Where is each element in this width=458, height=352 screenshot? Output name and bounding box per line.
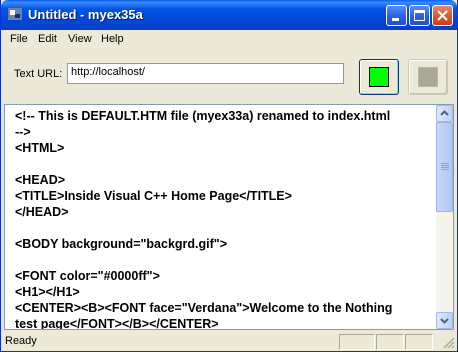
vertical-scrollbar[interactable] — [436, 105, 453, 329]
main-window: Untitled - myex35a File Edit View Help T… — [0, 0, 458, 352]
status-text: Ready — [5, 335, 37, 347]
chevron-up-icon — [440, 110, 449, 116]
stop-color-swatch — [418, 67, 438, 87]
scroll-down-button[interactable] — [436, 312, 453, 329]
editor-content[interactable]: <!-- This is DEFAULT.HTM file (myex33a) … — [15, 108, 435, 329]
close-button[interactable] — [432, 5, 453, 26]
window-title: Untitled - myex35a — [28, 7, 143, 22]
app-icon[interactable] — [7, 6, 23, 22]
status-bar: Ready — [1, 332, 457, 351]
close-icon — [437, 10, 448, 21]
go-button[interactable] — [359, 59, 399, 95]
maximize-button[interactable] — [409, 5, 430, 26]
menu-help[interactable]: Help — [101, 33, 124, 45]
url-input[interactable]: http://localhost/ — [67, 63, 344, 84]
chevron-down-icon — [440, 318, 449, 324]
url-label: Text URL: — [14, 68, 63, 80]
scroll-up-button[interactable] — [436, 105, 453, 122]
go-color-swatch — [369, 67, 389, 87]
status-pane-2 — [376, 334, 404, 350]
menu-file[interactable]: File — [10, 33, 28, 45]
maximize-icon — [414, 10, 425, 21]
menu-edit[interactable]: Edit — [38, 33, 57, 45]
status-pane-3 — [405, 334, 433, 350]
title-bar[interactable]: Untitled - myex35a — [1, 0, 457, 30]
minimize-icon — [392, 18, 399, 21]
minimize-button[interactable] — [386, 5, 407, 26]
status-pane-1 — [339, 334, 375, 350]
scroll-thumb[interactable] — [436, 122, 453, 212]
stop-button[interactable] — [408, 59, 448, 95]
html-text-view[interactable]: <!-- This is DEFAULT.HTM file (myex33a) … — [4, 104, 454, 330]
menu-bar: File Edit View Help — [1, 30, 457, 49]
resize-grip-icon[interactable] — [441, 335, 455, 352]
menu-view[interactable]: View — [68, 33, 92, 45]
